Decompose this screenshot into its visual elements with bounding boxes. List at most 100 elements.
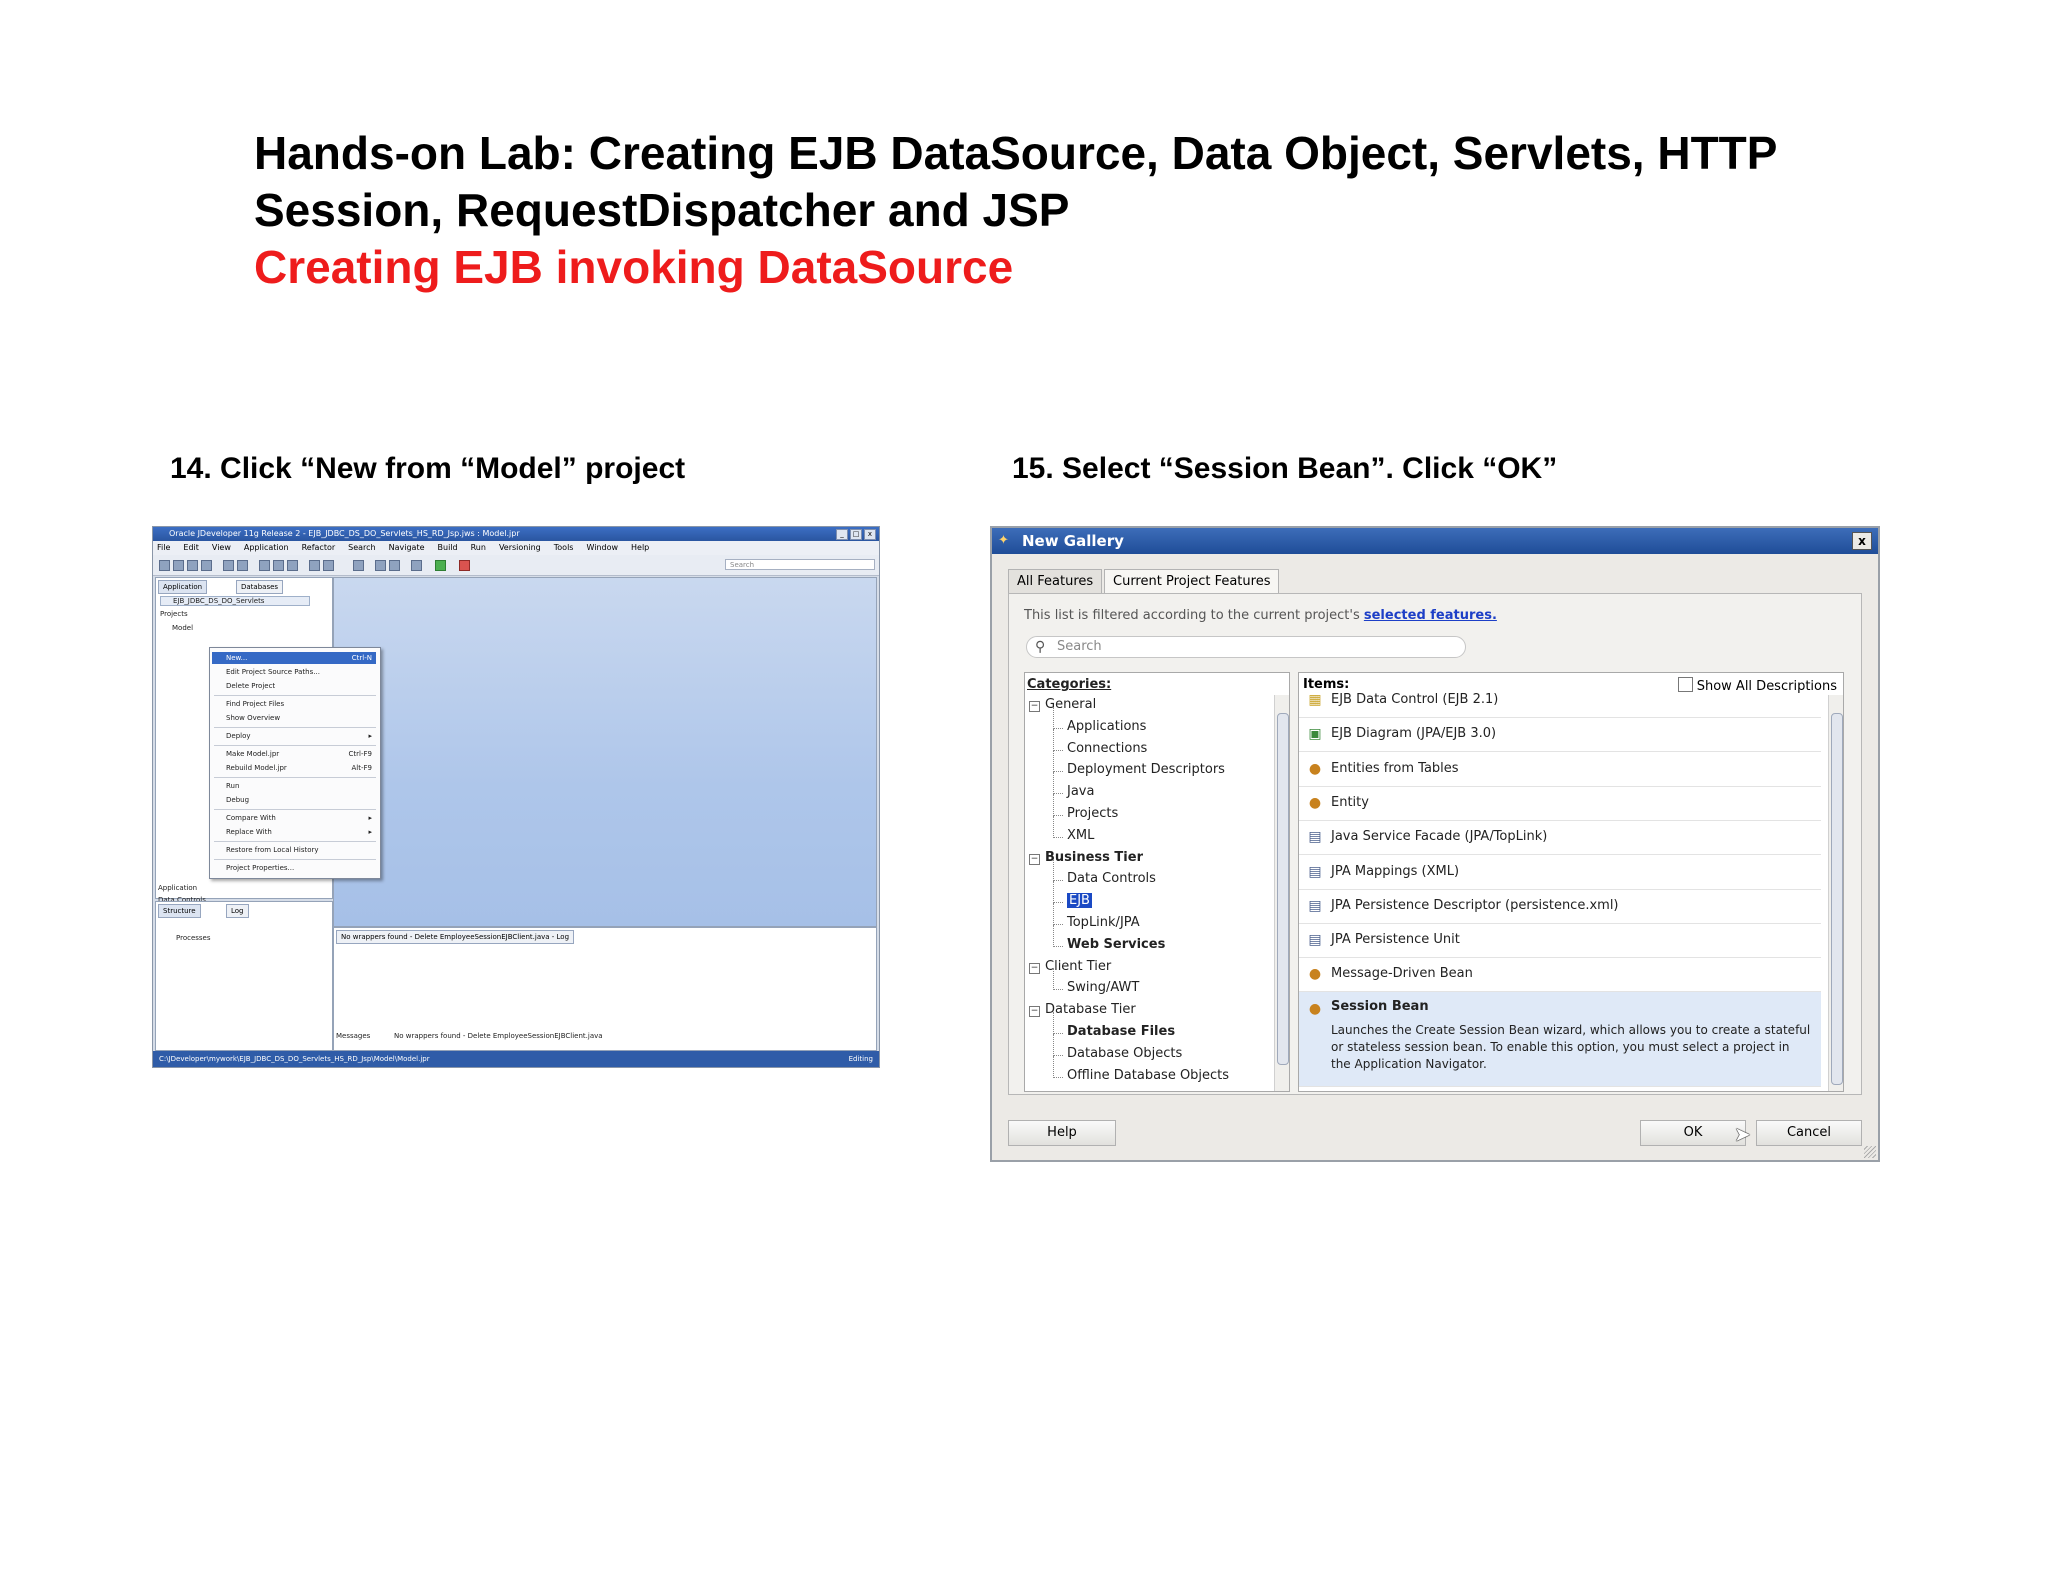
back-icon[interactable] — [309, 560, 320, 571]
deploy-icon[interactable] — [411, 560, 422, 571]
ide-search-input[interactable]: Search — [725, 559, 875, 570]
category-xml[interactable]: XML — [1067, 828, 1094, 843]
cancel-button[interactable]: Cancel — [1756, 1120, 1862, 1146]
gallery-item-ejb-diagram-jpa-ejb-3-0[interactable]: ▣ EJB Diagram (JPA/EJB 3.0) — [1299, 717, 1821, 753]
category-applications[interactable]: Applications — [1067, 719, 1146, 734]
context-menu-item[interactable]: Rebuild Model.jpr Alt-F9 — [226, 762, 376, 774]
menu-edit[interactable]: Edit — [183, 543, 199, 552]
menu-versioning[interactable]: Versioning — [499, 543, 541, 552]
gallery-item-jpa-persistence-descriptor-persistence-xml[interactable]: ▤ JPA Persistence Descriptor (persistence… — [1299, 889, 1821, 924]
menu-build[interactable]: Build — [438, 543, 458, 552]
menu-tools[interactable]: Tools — [554, 543, 574, 552]
category-offline-database-objects[interactable]: Offline Database Objects — [1067, 1068, 1229, 1083]
context-menu-item[interactable]: Make Model.jpr Ctrl-F9 — [226, 748, 376, 760]
items-scroll-thumb[interactable] — [1831, 713, 1843, 1085]
close-icon[interactable]: x — [1852, 532, 1872, 550]
tree-collapse-icon[interactable]: − — [1029, 701, 1040, 712]
tree-processes[interactable]: Processes — [176, 934, 211, 942]
context-menu-item[interactable]: Deploy ▸ — [226, 730, 376, 742]
context-menu-item[interactable]: Run — [226, 780, 376, 792]
menu-run[interactable]: Run — [471, 543, 486, 552]
gallery-item-ejb-data-control-ejb-2-1[interactable]: ▦ EJB Data Control (EJB 2.1) — [1299, 683, 1821, 718]
save-all-icon[interactable] — [201, 560, 212, 571]
rebuild-icon[interactable] — [389, 560, 400, 571]
gallery-item-message-driven-bean[interactable]: ● Message-Driven Bean — [1299, 957, 1821, 993]
context-menu-item[interactable]: Restore from Local History — [226, 844, 376, 856]
category-projects[interactable]: Projects — [1067, 806, 1118, 821]
category-data-controls[interactable]: Data Controls — [1067, 871, 1156, 886]
context-menu-item[interactable]: Project Properties... — [226, 862, 376, 874]
menu-file[interactable]: File — [157, 543, 170, 552]
category-database-files[interactable]: Database Files — [1067, 1024, 1175, 1039]
categories-scroll-thumb[interactable] — [1277, 713, 1289, 1065]
side-label-application[interactable]: Application — [158, 884, 197, 892]
debug-icon[interactable] — [459, 560, 470, 571]
context-menu-item[interactable]: Edit Project Source Paths... — [226, 666, 376, 678]
category-java[interactable]: Java — [1067, 784, 1094, 799]
open-icon[interactable] — [173, 560, 184, 571]
tab-log[interactable]: Log — [226, 904, 249, 918]
context-menu-item[interactable]: Compare With ▸ — [226, 812, 376, 824]
category-web-services[interactable]: Web Services — [1067, 937, 1165, 952]
menu-window[interactable]: Window — [586, 543, 618, 552]
resize-grip-icon[interactable] — [1864, 1146, 1876, 1158]
menu-navigate[interactable]: Navigate — [389, 543, 425, 552]
tree-collapse-icon[interactable]: − — [1029, 962, 1040, 974]
tree-collapse-icon[interactable]: − — [1029, 853, 1040, 865]
make-icon[interactable] — [375, 560, 386, 571]
context-menu-item[interactable]: Delete Project — [226, 680, 376, 692]
category-deployment-descriptors[interactable]: Deployment Descriptors — [1067, 762, 1225, 777]
gallery-item-java-service-facade-jpa-toplink[interactable]: ▤ Java Service Facade (JPA/TopLink) — [1299, 820, 1821, 856]
minimize-button[interactable]: _ — [836, 529, 848, 540]
category-toplink-jpa[interactable]: TopLink/JPA — [1067, 915, 1140, 930]
context-menu-item[interactable]: Replace With ▸ — [226, 826, 376, 838]
undo-icon[interactable] — [223, 560, 234, 571]
menu-search[interactable]: Search — [348, 543, 375, 552]
gallery-search-input[interactable]: ⚲ Search — [1026, 636, 1466, 658]
save-icon[interactable] — [187, 560, 198, 571]
menu-help[interactable]: Help — [631, 543, 649, 552]
forward-icon[interactable] — [323, 560, 334, 571]
gallery-item-entity[interactable]: ● Entity — [1299, 786, 1821, 821]
category-database-objects[interactable]: Database Objects — [1067, 1046, 1182, 1061]
gallery-item-jpa-persistence-unit[interactable]: ▤ JPA Persistence Unit — [1299, 923, 1821, 959]
selected-features-link[interactable]: selected features. — [1364, 608, 1497, 623]
copy-icon[interactable] — [273, 560, 284, 571]
category-database-tier[interactable]: Database Tier — [1045, 1002, 1136, 1017]
run-icon[interactable] — [435, 560, 446, 571]
tab-current-project-features[interactable]: Current Project Features — [1104, 569, 1280, 594]
category-ejb[interactable]: EJB — [1067, 893, 1092, 909]
category-swing-awt[interactable]: Swing/AWT — [1067, 980, 1139, 995]
tree-projects[interactable]: Projects — [160, 610, 188, 618]
category-business-tier[interactable]: Business Tier — [1045, 850, 1143, 865]
context-menu-item[interactable]: Debug — [226, 794, 376, 806]
tree-collapse-icon[interactable]: − — [1029, 1006, 1040, 1018]
category-connections[interactable]: Connections — [1067, 741, 1147, 756]
category-client-tier[interactable]: Client Tier — [1045, 959, 1111, 974]
tab-databases[interactable]: Databases — [236, 580, 284, 594]
new-icon[interactable] — [159, 560, 170, 571]
tab-structure[interactable]: Structure — [158, 904, 201, 918]
cut-icon[interactable] — [259, 560, 270, 571]
menu-application[interactable]: Application — [244, 543, 289, 552]
ok-button[interactable]: OK — [1640, 1120, 1746, 1146]
context-menu-item[interactable]: New... Ctrl-N — [212, 652, 376, 664]
gallery-item-jpa-mappings-xml[interactable]: ▤ JPA Mappings (XML) — [1299, 855, 1821, 890]
context-menu-item[interactable]: Show Overview — [226, 712, 376, 724]
gallery-item-session-bean[interactable]: ● Session Bean Launches the Create Session… — [1299, 991, 1821, 1087]
menu-refactor[interactable]: Refactor — [302, 543, 336, 552]
maximize-button[interactable]: □ — [850, 529, 862, 540]
help-button[interactable]: Help — [1008, 1120, 1116, 1146]
categories-scrollbar[interactable] — [1274, 695, 1289, 1091]
build-icon[interactable] — [353, 560, 364, 571]
gallery-item-entities-from-tables[interactable]: ● Entities from Tables — [1299, 752, 1821, 787]
menu-view[interactable]: View — [212, 543, 231, 552]
redo-icon[interactable] — [237, 560, 248, 571]
tree-model[interactable]: Model — [172, 624, 193, 632]
log-tab[interactable]: No wrappers found - Delete EmployeeSessi… — [336, 930, 575, 944]
paste-icon[interactable] — [287, 560, 298, 571]
context-menu-item[interactable]: Find Project Files — [226, 698, 376, 710]
close-button[interactable]: x — [864, 529, 876, 540]
tab-all-features[interactable]: All Features — [1008, 569, 1103, 594]
application-selector[interactable]: EJB_JDBC_DS_DO_Servlets — [160, 596, 310, 606]
